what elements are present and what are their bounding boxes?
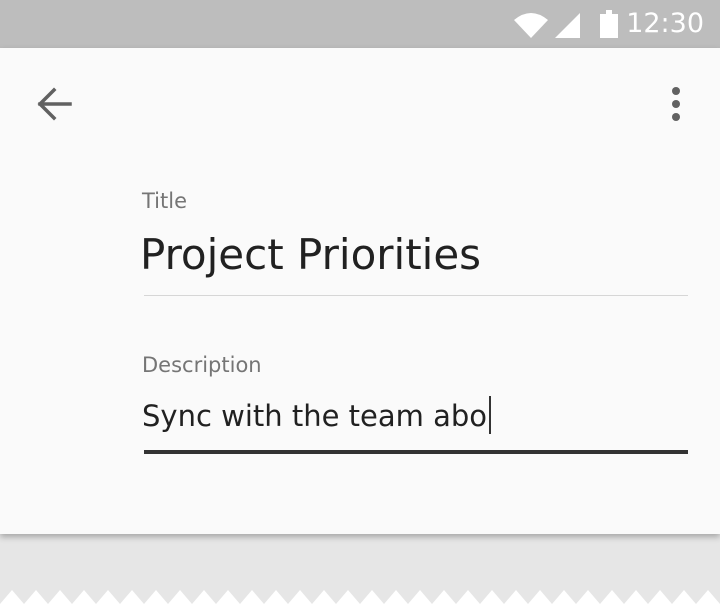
battery-icon — [600, 10, 618, 38]
status-time: 12:30 — [626, 8, 704, 39]
status-bar: 12:30 — [0, 0, 720, 48]
back-arrow-icon[interactable] — [24, 80, 88, 128]
description-input[interactable]: Sync with the team abo — [142, 396, 492, 434]
description-label: Description — [142, 353, 262, 377]
edit-card: Title Project Priorities Description Syn… — [0, 48, 720, 534]
description-text: Sync with the team abo — [142, 399, 488, 433]
more-vert-icon[interactable] — [652, 78, 700, 130]
cell-signal-icon — [555, 13, 580, 38]
title-label: Title — [142, 189, 188, 213]
title-underline — [144, 295, 688, 296]
wifi-icon — [514, 13, 548, 38]
text-cursor — [489, 396, 492, 434]
description-underline — [144, 450, 688, 454]
status-icons — [514, 10, 618, 38]
torn-edge — [0, 590, 720, 608]
title-input[interactable]: Project Priorities — [140, 230, 481, 279]
